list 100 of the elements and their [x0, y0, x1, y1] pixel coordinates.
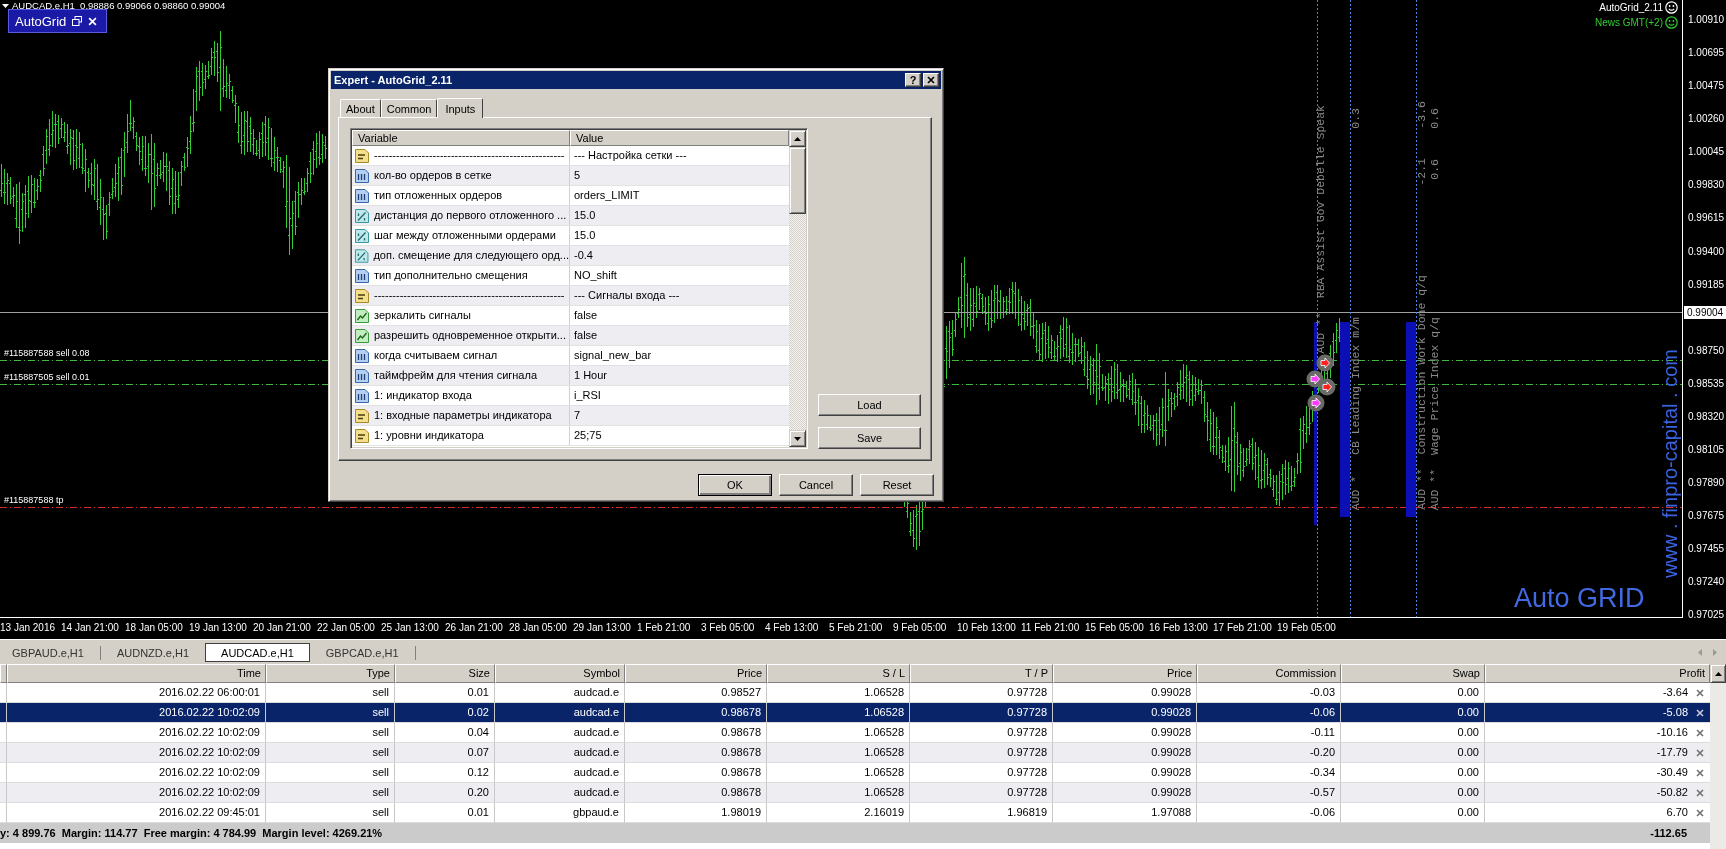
scroll-up-button[interactable]	[1710, 664, 1726, 683]
scroll-down-button[interactable]	[789, 430, 806, 447]
parameter-row[interactable]: 1: индикатор входа i_RSI	[352, 386, 789, 406]
order-row[interactable]: 2016.02.22 10:02:09 sell 0.04 audcad.e 0.98678 1.06528 0.97728 0.99028 -0.11 0.00 -10.16	[0, 723, 1710, 743]
column-header[interactable]: Price	[625, 664, 767, 683]
current-price-label: 0.99004	[1684, 306, 1726, 319]
caret-down-icon[interactable]	[2, 2, 9, 9]
parameter-name: тип дополнительно смещения	[374, 268, 528, 283]
order-label: #115887505 sell 0.01	[4, 372, 90, 383]
parameter-row[interactable]: 1: уровни индикатора 25;75	[352, 426, 789, 446]
boolean-type-icon	[354, 307, 370, 324]
parameter-row[interactable]: доп. смещение для следующего орд... -0.4	[352, 246, 789, 266]
scrollbar-thumb[interactable]	[789, 147, 806, 214]
boolean-type-icon	[354, 327, 370, 344]
date-label: 5 Feb 21:00	[829, 622, 884, 635]
scroll-up-icon[interactable]	[794, 135, 801, 142]
date-label: 25 Jan 13:00	[381, 622, 440, 635]
parameter-value: --- Настройка сетки ---	[573, 148, 688, 163]
parameter-value: signal_new_bar	[573, 348, 653, 363]
column-header[interactable]: Value	[570, 130, 789, 146]
tab[interactable]: Common	[380, 99, 438, 117]
column-header[interactable]: S / L	[767, 664, 910, 683]
integer-type-icon	[354, 367, 370, 384]
price-label: 0.99185	[1688, 279, 1725, 291]
side-button[interactable]: Save	[818, 427, 921, 449]
parameter-value: 15.0	[573, 228, 597, 243]
parameter-name: зеркалить сигналы	[374, 308, 471, 323]
dialog-button[interactable]: Reset	[860, 474, 934, 496]
column-header[interactable]: Commission	[1197, 664, 1341, 683]
parameter-row[interactable]: ---------------------------------------------------- --- Сигналы входа ---	[352, 286, 789, 306]
parameter-value: -0.4	[573, 248, 594, 263]
parameter-name: кол-во ордеров в сетке	[374, 168, 492, 183]
price-label: 0.98535	[1688, 378, 1725, 390]
scrollbar[interactable]	[1710, 664, 1726, 849]
scroll-up-icon[interactable]	[1714, 670, 1722, 677]
column-header[interactable]: Profit	[1485, 664, 1710, 683]
order-row[interactable]: 2016.02.22 10:02:09 sell 0.02 audcad.e 0.98678 1.06528 0.97728 0.99028 -0.06 0.00 -5.08	[0, 703, 1710, 723]
date-label: 19 Feb 05:00	[1277, 622, 1337, 635]
news-label: AUD * CB Leading Index m/m	[1350, 316, 1362, 510]
parameter-row[interactable]: когда считываем сигнал signal_new_bar	[352, 346, 789, 366]
parameter-row[interactable]: тип отложенных ордеров orders_LIMIT	[352, 186, 789, 206]
order-row[interactable]: 2016.02.22 09:45:01 sell 0.01 gbpaud.e 1.98019 2.16019 1.96819 1.97088 -0.06 0.00 6.70	[0, 803, 1710, 823]
profit-value: -50.82	[1656, 785, 1688, 800]
column-header[interactable]: Variable	[352, 130, 570, 146]
parameter-row[interactable]: ---------------------------------------------------- --- Настройка сетки ---	[352, 146, 789, 166]
news-label: 0.3	[1350, 108, 1362, 129]
dialog-button[interactable]: OK	[698, 474, 772, 496]
date-label: 9 Feb 05:00	[893, 622, 948, 635]
date-label: 4 Feb 13:00	[765, 622, 820, 635]
order-row[interactable]: 2016.02.22 10:02:09 sell 0.12 audcad.e 0.98678 1.06528 0.97728 0.99028 -0.34 0.00 -30.49	[0, 763, 1710, 783]
column-header[interactable]: Symbol	[495, 664, 625, 683]
chart-tab[interactable]: GBPCAD.e,H1	[317, 643, 407, 662]
order-label: #115887588 tp	[4, 495, 64, 506]
order-row[interactable]: 2016.02.22 10:02:09 sell 0.07 audcad.e 0.98678 1.06528 0.97728 0.99028 -0.20 0.00 -17.79	[0, 743, 1710, 763]
parameter-row[interactable]: шаг между отложенными ордерами 15.0	[352, 226, 789, 246]
parameter-row[interactable]: тип дополнительно смещения NO_shift	[352, 266, 789, 286]
close-button[interactable]	[923, 73, 939, 87]
date-label: 10 Feb 13:00	[957, 622, 1017, 635]
price-label: 0.99615	[1688, 212, 1725, 224]
parameter-row[interactable]: дистанция до первого отложенного ... 15.0	[352, 206, 789, 226]
date-label: 16 Feb 13:00	[1149, 622, 1209, 635]
parameter-row[interactable]: таймфрейм для чтения сигнала 1 Hour	[352, 366, 789, 386]
column-header[interactable]: T / P	[910, 664, 1053, 683]
logo-text: Auto GRID	[1514, 583, 1645, 613]
tab[interactable]: Inputs	[437, 98, 484, 118]
parameter-row[interactable]: разрешить одновременное открыти... false	[352, 326, 789, 346]
expert-badge[interactable]: AutoGrid	[8, 9, 107, 33]
column-header[interactable]: Type	[266, 664, 395, 683]
column-header[interactable]: Size	[395, 664, 495, 683]
price-label: 1.00045	[1688, 146, 1725, 158]
parameter-name: ----------------------------------------------------	[374, 148, 565, 163]
chart-tab[interactable]: GBPAUD.e,H1	[4, 643, 92, 662]
parameter-name: 1: входные параметры индикатора	[374, 408, 552, 423]
profit-value: 6.70	[1666, 805, 1688, 820]
parameter-row[interactable]: 1: входные параметры индикатора 7	[352, 406, 789, 426]
side-button[interactable]: Load	[818, 394, 921, 416]
parameter-value: NO_shift	[573, 268, 618, 283]
parameter-row[interactable]: зеркалить сигналы false	[352, 306, 789, 326]
chart-tab[interactable]: AUDCAD.e,H1	[205, 643, 310, 662]
column-header[interactable]: Time	[7, 664, 266, 683]
column-header[interactable]: Price	[1053, 664, 1197, 683]
integer-type-icon	[354, 387, 370, 404]
close-icon[interactable]	[927, 76, 935, 84]
scrollbar[interactable]	[789, 130, 806, 447]
order-row[interactable]: 2016.02.22 06:00:01 sell 0.01 audcad.e 0.98527 1.06528 0.97728 0.99028 -0.03 0.00 -3.64	[0, 683, 1710, 703]
site-label: www . finpro-capital . com	[1660, 349, 1680, 578]
info-label: News GMT(+2)	[1594, 16, 1663, 29]
tab[interactable]: About	[340, 99, 381, 117]
column-header[interactable]: Swap	[1341, 664, 1485, 683]
news-label: 0.6	[1429, 108, 1441, 129]
scroll-up-button[interactable]	[789, 130, 806, 147]
scroll-down-icon[interactable]	[794, 435, 801, 442]
chart-tab[interactable]: AUDNZD.e,H1	[108, 643, 198, 662]
profit-value: -17.79	[1656, 745, 1688, 760]
column-header[interactable]	[0, 664, 7, 683]
dialog-button[interactable]: Cancel	[779, 474, 853, 496]
parameter-row[interactable]: кол-во ордеров в сетке 5	[352, 166, 789, 186]
order-row[interactable]: 2016.02.22 10:02:09 sell 0.20 audcad.e 0.98678 1.06528 0.97728 0.99028 -0.57 0.00 -50.82	[0, 783, 1710, 803]
help-button[interactable]: ?	[905, 73, 921, 87]
restore-icon[interactable]	[72, 16, 83, 26]
